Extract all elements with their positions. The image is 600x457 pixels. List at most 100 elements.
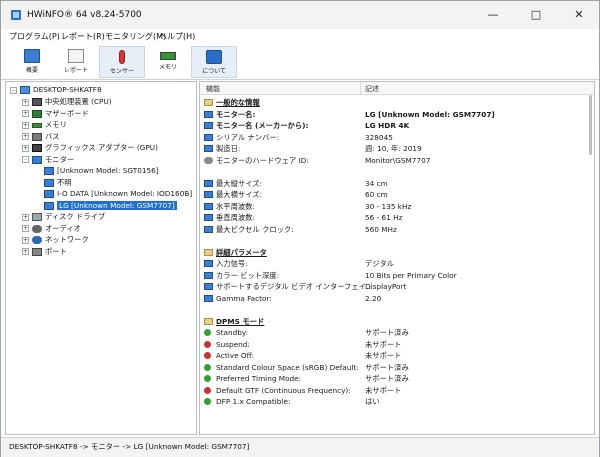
detail-value: 60 cm	[365, 190, 388, 199]
detail-row[interactable]: 水平周波数: 30 - 135 kHz	[200, 201, 588, 212]
status-bar: DESKTOP-SHKATF8 -> モニター -> LG [Unknown M…	[1, 437, 599, 457]
device-tree[interactable]: - DESKTOP-SHKATF8 + 中央処理装置 (CPU) + マザーボード + メモ…	[5, 81, 197, 435]
expand-icon[interactable]: +	[22, 248, 29, 255]
detail-row[interactable]: シリアル ナンバー: 328045	[200, 132, 588, 143]
detail-row[interactable]: DFP 1.x Compatible: はい	[200, 396, 588, 407]
toolbar-memory-button[interactable]: メモリ	[145, 46, 191, 78]
detail-value: LG HDR 4K	[365, 121, 410, 130]
check-icon	[204, 329, 211, 336]
toolbar-memory-label: メモリ	[158, 64, 177, 71]
tree-item[interactable]: + メモリ	[22, 119, 67, 130]
detail-section-header[interactable]: DPMS モード	[200, 316, 588, 327]
detail-field: カラー ビット深度:	[216, 270, 280, 280]
maximize-button[interactable]: □	[516, 1, 556, 29]
tree-item[interactable]: + ポート	[22, 246, 67, 257]
tree-item[interactable]: + ネットワーク	[22, 234, 89, 245]
expand-icon[interactable]: +	[22, 225, 29, 232]
detail-row[interactable]: 入力信号: デジタル	[200, 258, 588, 269]
tree-item[interactable]: + 中央処理装置 (CPU)	[22, 96, 112, 107]
detail-value: 未サポート	[365, 351, 402, 360]
detail-value: サポート済み	[365, 374, 409, 383]
title-bar[interactable]: HWiNFO® 64 v8.24-5700 — □ ✕	[1, 1, 599, 29]
detail-row[interactable]: モニター名 (メーカーから): LG HDR 4K	[200, 120, 588, 131]
collapse-icon[interactable]: -	[10, 86, 17, 94]
detail-value: 2.20	[365, 293, 382, 303]
detail-value: サポート済み	[365, 362, 409, 372]
tree-item[interactable]: + マザーボード	[22, 108, 89, 119]
menu-bar: プログラム(P) レポート(R) モニタリング(M) ヘルプ(H)	[1, 29, 599, 45]
detail-row[interactable]: 最大ピクセル クロック: 560 MHz	[200, 224, 588, 235]
monitor-icon	[204, 294, 213, 302]
tree-item[interactable]: + ディスク ドライブ	[22, 211, 105, 222]
tree-item-monitor-child[interactable]: I-O DATA [Unknown Model: IOD160B]	[44, 188, 192, 199]
column-value-header[interactable]: 記述	[365, 84, 379, 94]
menu-report[interactable]: レポート(R)	[61, 31, 105, 42]
detail-field: Suspend:	[216, 339, 250, 349]
tree-item-monitor-child[interactable]: 不明	[44, 177, 72, 188]
close-button[interactable]: ✕	[559, 1, 599, 29]
tree-item-label: メモリ	[45, 120, 67, 129]
tree-item-monitor-child[interactable]: LG [Unknown Model: GSM7707]	[44, 200, 177, 211]
toolbar-about-button[interactable]: について	[191, 46, 237, 78]
detail-row[interactable]: Standby: サポート済み	[200, 327, 588, 338]
detail-row[interactable]: Suspend: 未サポート	[200, 339, 588, 350]
tree-item-monitor-child[interactable]: [Unknown Model: SGT0156]	[44, 165, 159, 176]
detail-row[interactable]: モニターのハードウェア ID: Monitor\GSM7707	[200, 155, 588, 166]
detail-row[interactable]: Gamma Factor: 2.20	[200, 293, 588, 304]
toolbar: 概要 レポート センサー メモリ について	[1, 45, 599, 80]
detail-row[interactable]: Preferred Timing Mode: サポート済み	[200, 373, 588, 384]
expand-icon[interactable]: +	[22, 144, 29, 152]
tree-item-label: オーディオ	[45, 223, 81, 233]
detail-row[interactable]: 最大横サイズ: 60 cm	[200, 189, 588, 200]
detail-row[interactable]: 最大縦サイズ: 34 cm	[200, 178, 588, 189]
expand-icon[interactable]: +	[22, 236, 29, 244]
detail-row[interactable]: Active Off: 未サポート	[200, 350, 588, 361]
detail-field: シリアル ナンバー:	[216, 132, 280, 142]
toolbar-summary-button[interactable]: 概要	[9, 46, 55, 78]
detail-field: 水平周波数:	[216, 201, 255, 211]
scrollbar-thumb[interactable]	[589, 95, 592, 155]
tree-item-label: ポート	[45, 246, 67, 256]
collapse-icon[interactable]: -	[22, 156, 29, 163]
detail-section-header[interactable]: 一般的な情報	[200, 97, 588, 108]
column-separator[interactable]	[360, 82, 361, 94]
monitor-icon	[24, 49, 40, 63]
expand-icon[interactable]: +	[22, 133, 29, 140]
detail-row[interactable]: 垂直周波数: 56 - 61 Hz	[200, 212, 588, 223]
expand-icon[interactable]: +	[22, 213, 29, 221]
gear-icon	[204, 156, 213, 164]
menu-monitoring[interactable]: モニタリング(M)	[105, 31, 166, 42]
detail-row[interactable]: モニター名: LG [Unknown Model: GSM7707]	[200, 109, 588, 120]
detail-field: 最大縦サイズ:	[216, 178, 263, 188]
toolbar-sensor-button[interactable]: センサー	[99, 46, 145, 78]
tree-root[interactable]: - DESKTOP-SHKATF8	[10, 84, 102, 95]
expand-icon[interactable]: +	[22, 98, 29, 106]
tree-item[interactable]: - モニター	[22, 154, 74, 165]
detail-row[interactable]: Standard Colour Space (sRGB) Default: サポー…	[200, 362, 588, 373]
menu-help[interactable]: ヘルプ(H)	[159, 31, 195, 42]
expand-icon[interactable]: +	[22, 121, 29, 129]
monitor-icon	[204, 110, 213, 118]
tree-item[interactable]: + グラフィックス アダプター (GPU)	[22, 142, 158, 153]
detail-field: モニターのハードウェア ID:	[216, 155, 309, 165]
tree-item[interactable]: + バス	[22, 131, 60, 142]
check-icon	[204, 375, 211, 382]
detail-section-header[interactable]: 詳細パラメータ	[200, 247, 588, 258]
tree-item-label: 中央処理装置 (CPU)	[45, 97, 112, 106]
toolbar-report-button[interactable]: レポート	[53, 46, 99, 78]
menu-program[interactable]: プログラム(P)	[9, 31, 60, 42]
detail-row[interactable]: Default GTF (Continuous Frequency): 未サポート	[200, 385, 588, 396]
detail-row[interactable]: サポートするデジタル ビデオ インターフェイ... DisplayPort	[200, 281, 588, 292]
detail-value: 未サポート	[365, 385, 402, 395]
detail-row[interactable]: カラー ビット深度: 10 Bits per Primary Color	[200, 270, 588, 281]
tree-item[interactable]: + オーディオ	[22, 223, 81, 234]
column-header: 機能 記述	[200, 82, 594, 95]
cross-icon	[204, 340, 211, 348]
tree-item-label: バス	[45, 131, 60, 141]
minimize-button[interactable]: —	[473, 1, 513, 29]
column-field-header[interactable]: 機能	[206, 84, 220, 94]
section-icon	[204, 99, 213, 106]
expand-icon[interactable]: +	[22, 110, 29, 117]
detail-row[interactable]: 製造日: 週: 10, 年: 2019	[200, 143, 588, 154]
cross-icon	[204, 386, 211, 394]
